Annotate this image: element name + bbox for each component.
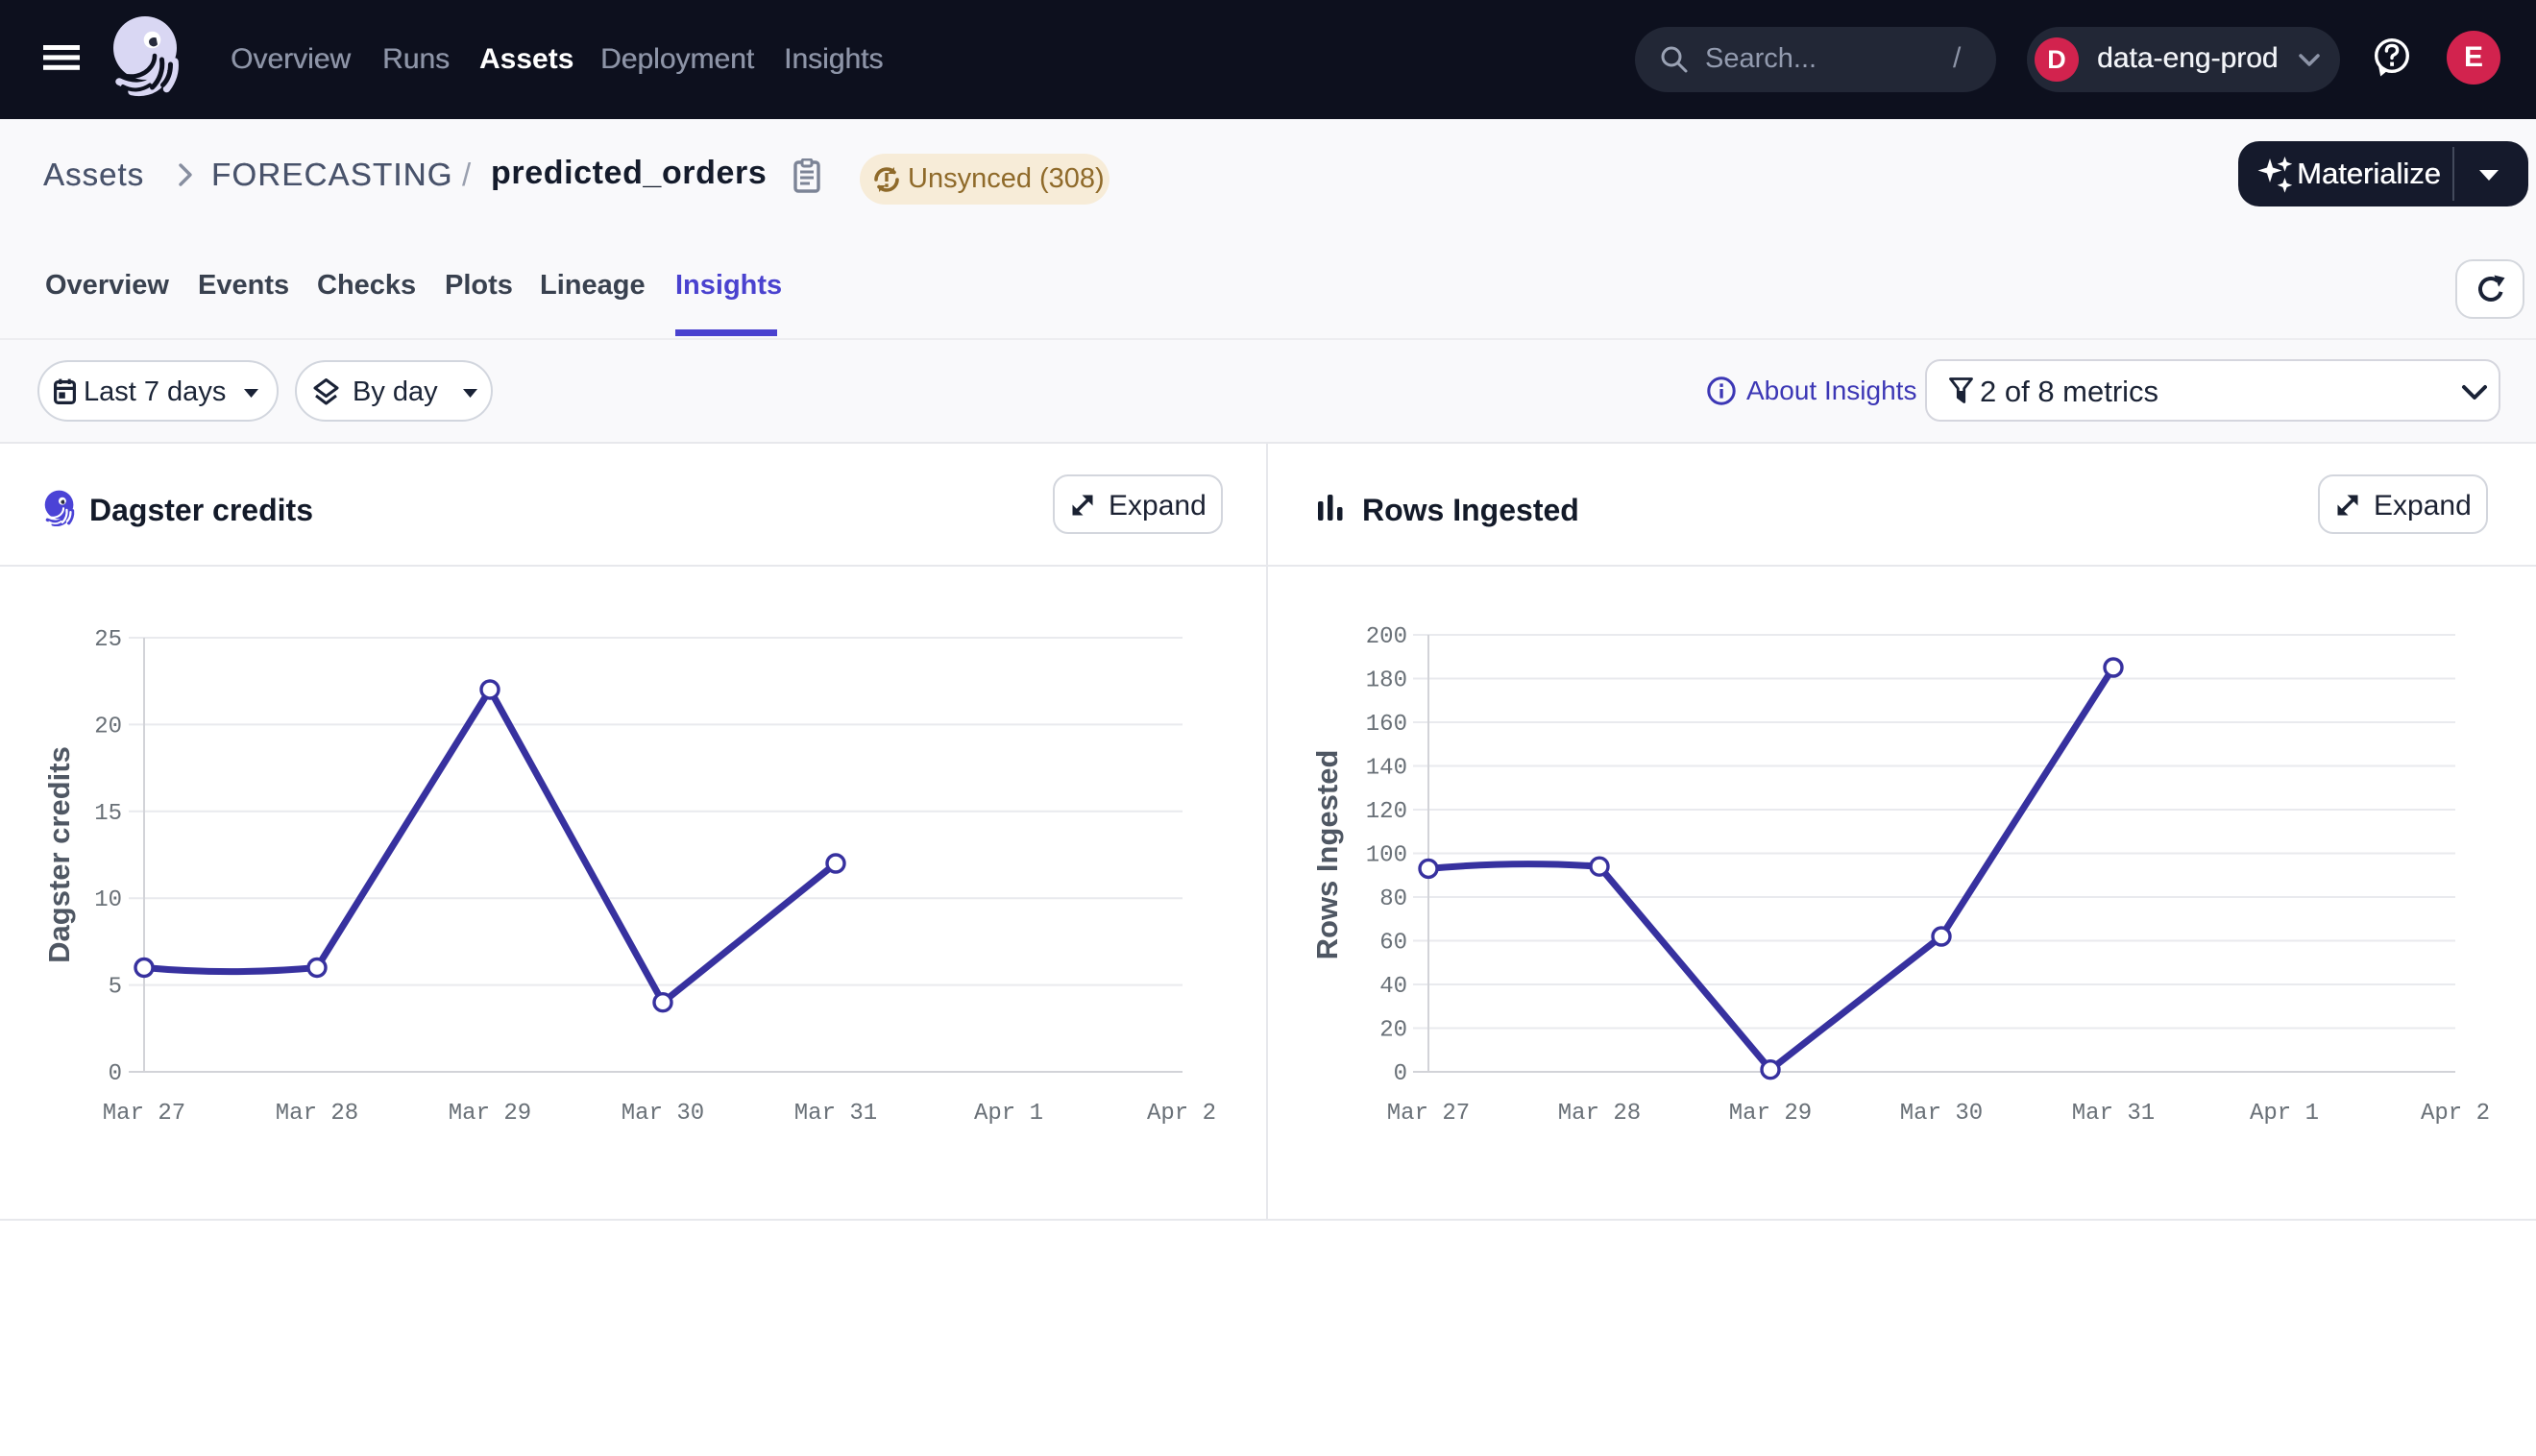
svg-text:Apr 1: Apr 1 [974,1101,1043,1127]
svg-text:Mar 28: Mar 28 [276,1101,358,1127]
svg-text:180: 180 [1366,668,1407,694]
svg-text:100: 100 [1366,843,1407,869]
svg-text:0: 0 [1394,1061,1407,1087]
svg-text:120: 120 [1366,799,1407,825]
svg-text:Apr 2: Apr 2 [1147,1101,1216,1127]
svg-text:Mar 28: Mar 28 [1558,1101,1641,1127]
svg-text:20: 20 [1379,1018,1407,1044]
svg-text:40: 40 [1379,974,1407,1000]
svg-text:200: 200 [1366,624,1407,650]
svg-text:Mar 30: Mar 30 [1900,1101,1983,1127]
svg-text:Mar 30: Mar 30 [622,1101,704,1127]
svg-text:160: 160 [1366,712,1407,738]
svg-text:5: 5 [109,975,122,1001]
svg-text:Mar 27: Mar 27 [103,1101,185,1127]
svg-text:Dagster credits: Dagster credits [42,746,76,963]
svg-text:140: 140 [1366,756,1407,782]
svg-text:10: 10 [94,887,122,913]
svg-text:Mar 31: Mar 31 [2072,1101,2155,1127]
svg-text:Rows Ingested: Rows Ingested [1310,750,1344,960]
svg-text:25: 25 [94,627,122,653]
svg-text:Mar 27: Mar 27 [1387,1101,1470,1127]
svg-text:60: 60 [1379,931,1407,957]
svg-text:Mar 29: Mar 29 [449,1101,531,1127]
svg-text:Mar 29: Mar 29 [1729,1101,1812,1127]
svg-text:15: 15 [94,801,122,827]
svg-text:Apr 1: Apr 1 [2250,1101,2319,1127]
svg-text:0: 0 [109,1061,122,1087]
svg-text:Apr 2: Apr 2 [2421,1101,2490,1127]
svg-text:Mar 31: Mar 31 [794,1101,877,1127]
svg-text:20: 20 [94,714,122,740]
svg-text:80: 80 [1379,886,1407,912]
